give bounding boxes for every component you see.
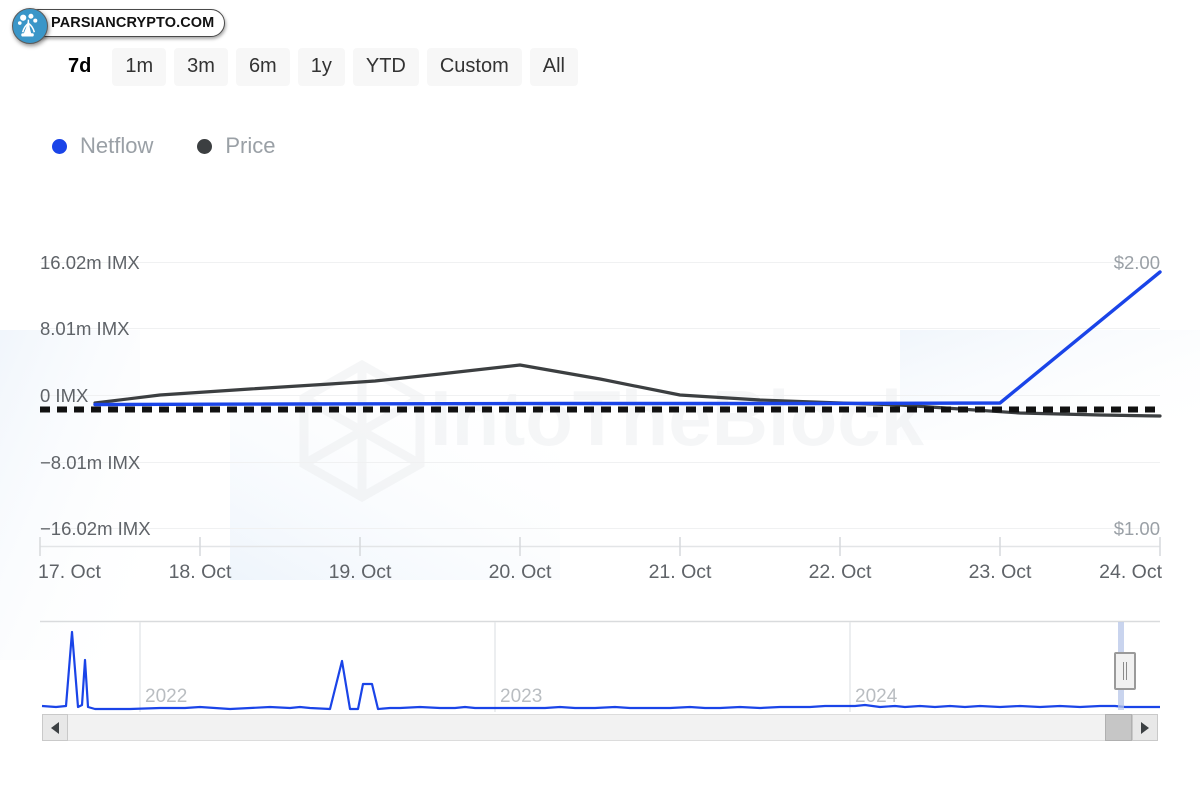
range-button-6m[interactable]: 6m bbox=[235, 48, 290, 86]
navigator-year-2022: 2022 bbox=[145, 686, 187, 707]
range-button-1m[interactable]: 1m bbox=[112, 48, 167, 86]
range-button-all[interactable]: All bbox=[529, 48, 578, 86]
legend-item-price[interactable]: Price bbox=[197, 133, 275, 159]
x-tick-7: 24. Oct bbox=[1099, 561, 1162, 583]
legend-dot-netflow-icon bbox=[52, 138, 67, 154]
site-watermark-text: PARSIANCRYPTO.COM bbox=[51, 15, 215, 31]
navigator-series-netflow bbox=[41, 630, 1160, 711]
watermark-text: IntoTheBlock bbox=[430, 374, 925, 462]
x-tick-4: 21. Oct bbox=[649, 561, 712, 583]
range-button-custom[interactable]: Custom bbox=[426, 48, 522, 86]
navigator-handle-grip-line bbox=[1126, 662, 1127, 680]
site-watermark: PARSIANCRYPTO.COM bbox=[12, 8, 226, 44]
navigator-year-2024: 2024 bbox=[855, 686, 898, 707]
x-axis-labels: 17. Oct 18. Oct 19. Oct 20. Oct 21. Oct … bbox=[38, 561, 1163, 583]
y-tick-right-1: $1.00 bbox=[1114, 518, 1160, 539]
range-button-1y[interactable]: 1y bbox=[297, 48, 345, 86]
x-tick-1: 18. Oct bbox=[169, 561, 232, 583]
x-tick-0: 17. Oct bbox=[38, 561, 101, 583]
legend-item-netflow[interactable]: Netflow bbox=[52, 133, 153, 159]
grid-lines bbox=[40, 262, 1160, 529]
navigator-scrollbar-track[interactable] bbox=[42, 714, 1158, 741]
scroll-right-button[interactable] bbox=[1132, 714, 1158, 741]
background-tint-right bbox=[900, 330, 1200, 440]
y-tick-left-0: 16.02m IMX bbox=[40, 252, 140, 273]
navigator-year-gridlines bbox=[139, 622, 851, 712]
y-tick-left-2: 0 IMX bbox=[40, 385, 88, 406]
site-watermark-pill: PARSIANCRYPTO.COM bbox=[24, 9, 226, 37]
navigator-handle-right[interactable] bbox=[1114, 652, 1136, 690]
chevron-left-icon bbox=[51, 721, 59, 734]
y-tick-left-3: −8.01m IMX bbox=[40, 452, 140, 473]
x-tick-2: 19. Oct bbox=[329, 561, 392, 583]
navigator[interactable]: 2022 2023 2024 bbox=[40, 620, 1160, 713]
y-tick-left-1: 8.01m IMX bbox=[40, 318, 129, 339]
legend-label-netflow: Netflow bbox=[80, 133, 154, 158]
navigator-handle-grip-line bbox=[1123, 662, 1124, 680]
legend-dot-price-icon bbox=[197, 138, 213, 154]
range-button-7d[interactable]: 7d bbox=[55, 48, 105, 86]
range-selector[interactable]: 7d 1m 3m 6m 1y YTD Custom All bbox=[55, 48, 578, 86]
chart-legend[interactable]: Netflow Price bbox=[52, 133, 275, 159]
navigator-year-2023: 2023 bbox=[500, 686, 542, 707]
background-tint-left bbox=[0, 330, 140, 660]
y-tick-right-0: $2.00 bbox=[1114, 252, 1160, 273]
scroll-left-button[interactable] bbox=[42, 714, 68, 741]
x-tick-5: 22. Oct bbox=[809, 561, 872, 583]
legend-label-price: Price bbox=[225, 133, 276, 158]
x-tick-6: 23. Oct bbox=[969, 561, 1032, 583]
plant-logo-icon bbox=[12, 8, 48, 44]
chevron-right-icon bbox=[1141, 721, 1149, 734]
navigator-scrollbar-thumb[interactable] bbox=[1105, 714, 1132, 741]
x-tick-3: 20. Oct bbox=[489, 561, 552, 583]
chart-plot-area: IntoTheBlock 16.02m IMX 8.01m IMX 0 IMX … bbox=[0, 0, 1200, 800]
y-tick-left-4: −16.02m IMX bbox=[40, 518, 151, 539]
range-button-3m[interactable]: 3m bbox=[174, 48, 228, 86]
range-button-ytd[interactable]: YTD bbox=[352, 48, 419, 86]
